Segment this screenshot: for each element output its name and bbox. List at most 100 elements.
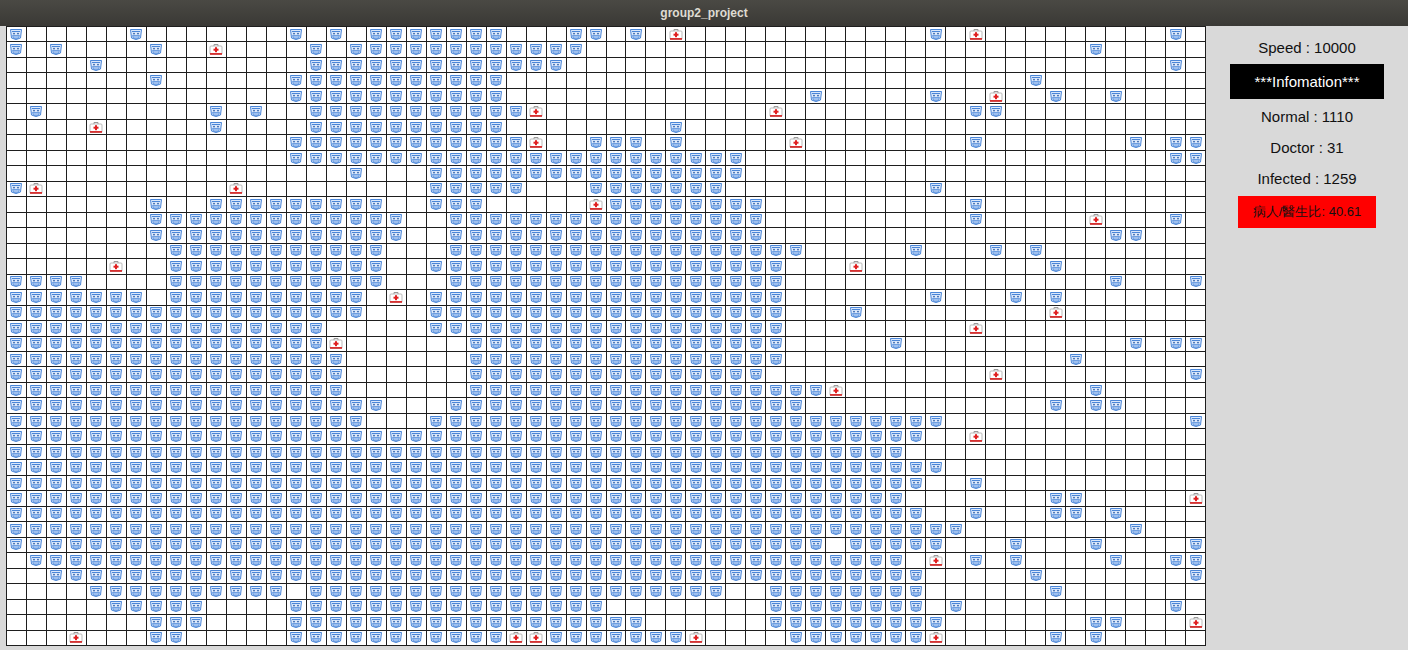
infected-cell xyxy=(207,228,226,242)
normal-cell xyxy=(1006,213,1025,227)
infected-cell xyxy=(646,367,665,381)
infected-person-icon xyxy=(309,368,323,381)
normal-cell xyxy=(826,321,845,335)
normal-cell xyxy=(1066,58,1085,72)
normal-cell xyxy=(87,213,106,227)
normal-cell xyxy=(1026,182,1045,196)
normal-cell xyxy=(946,27,965,41)
normal-cell xyxy=(1126,42,1145,56)
infected-cell xyxy=(487,27,506,41)
normal-cell xyxy=(87,89,106,103)
infected-cell xyxy=(726,321,745,335)
infected-person-icon xyxy=(589,322,603,335)
infected-cell xyxy=(47,306,66,320)
normal-cell xyxy=(846,182,865,196)
infected-person-icon xyxy=(589,167,603,180)
normal-cell xyxy=(786,306,805,320)
normal-cell xyxy=(886,135,905,149)
normal-cell xyxy=(67,73,86,87)
normal-cell xyxy=(706,42,725,56)
normal-cell xyxy=(786,290,805,304)
infected-cell xyxy=(626,306,645,320)
infected-person-icon xyxy=(569,152,583,165)
normal-cell xyxy=(1186,213,1205,227)
infected-cell xyxy=(307,259,326,273)
infected-person-icon xyxy=(269,306,283,319)
infected-person-icon xyxy=(569,43,583,56)
infected-cell xyxy=(447,228,466,242)
infected-cell xyxy=(127,290,146,304)
infected-person-icon xyxy=(729,167,743,180)
infected-person-icon xyxy=(929,291,943,304)
infected-person-icon xyxy=(689,353,703,366)
infected-cell xyxy=(7,27,26,41)
infected-person-icon xyxy=(569,260,583,273)
infected-cell xyxy=(706,197,725,211)
infected-cell xyxy=(607,244,626,258)
infected-person-icon xyxy=(709,353,723,366)
infected-person-icon xyxy=(289,28,303,41)
infected-cell xyxy=(507,151,526,165)
normal-cell xyxy=(1006,27,1025,41)
infected-cell xyxy=(27,383,46,397)
infected-cell xyxy=(666,151,685,165)
normal-cell xyxy=(387,337,406,351)
infected-person-icon xyxy=(1129,337,1143,350)
infected-person-icon xyxy=(89,337,103,350)
normal-cell xyxy=(207,58,226,72)
normal-cell xyxy=(866,321,885,335)
infected-person-icon xyxy=(729,322,743,335)
normal-cell xyxy=(906,275,925,289)
normal-cell xyxy=(826,182,845,196)
infected-person-icon xyxy=(849,306,863,319)
infected-person-icon xyxy=(469,213,483,226)
infected-person-icon xyxy=(609,275,623,288)
infected-cell xyxy=(367,73,386,87)
normal-cell xyxy=(866,166,885,180)
normal-cell xyxy=(1066,73,1085,87)
infected-cell xyxy=(287,213,306,227)
medical-kit-icon xyxy=(969,28,983,41)
normal-cell xyxy=(1006,104,1025,118)
infected-cell xyxy=(287,321,306,335)
infected-cell xyxy=(387,213,406,227)
infected-cell xyxy=(626,321,645,335)
normal-cell xyxy=(846,58,865,72)
infected-person-icon xyxy=(309,291,323,304)
infected-person-icon xyxy=(709,275,723,288)
infected-cell xyxy=(267,306,286,320)
infected-person-icon xyxy=(289,353,303,366)
normal-cell xyxy=(766,73,785,87)
normal-cell xyxy=(1026,367,1045,381)
infected-cell xyxy=(467,197,486,211)
infected-person-icon xyxy=(709,368,723,381)
normal-cell xyxy=(946,42,965,56)
normal-cell xyxy=(27,120,46,134)
normal-cell xyxy=(986,182,1005,196)
infected-cell xyxy=(427,166,446,180)
normal-cell xyxy=(387,321,406,335)
normal-cell xyxy=(886,42,905,56)
infected-cell xyxy=(427,306,446,320)
infected-cell xyxy=(147,352,166,366)
infected-cell xyxy=(87,290,106,304)
normal-cell xyxy=(1106,135,1125,149)
normal-cell xyxy=(527,27,546,41)
normal-cell xyxy=(247,135,266,149)
infected-person-icon xyxy=(769,244,783,257)
infected-person-icon xyxy=(769,322,783,335)
normal-cell xyxy=(1086,89,1105,103)
medical-kit-icon xyxy=(389,291,403,304)
normal-cell xyxy=(906,166,925,180)
infected-cell xyxy=(746,367,765,381)
normal-cell xyxy=(67,182,86,196)
normal-cell xyxy=(926,228,945,242)
infected-cell xyxy=(926,182,945,196)
infected-cell xyxy=(327,290,346,304)
normal-cell xyxy=(766,135,785,149)
infected-cell xyxy=(587,321,606,335)
infected-person-icon xyxy=(609,353,623,366)
normal-cell xyxy=(1106,166,1125,180)
infected-cell xyxy=(287,151,306,165)
normal-cell xyxy=(1146,182,1165,196)
